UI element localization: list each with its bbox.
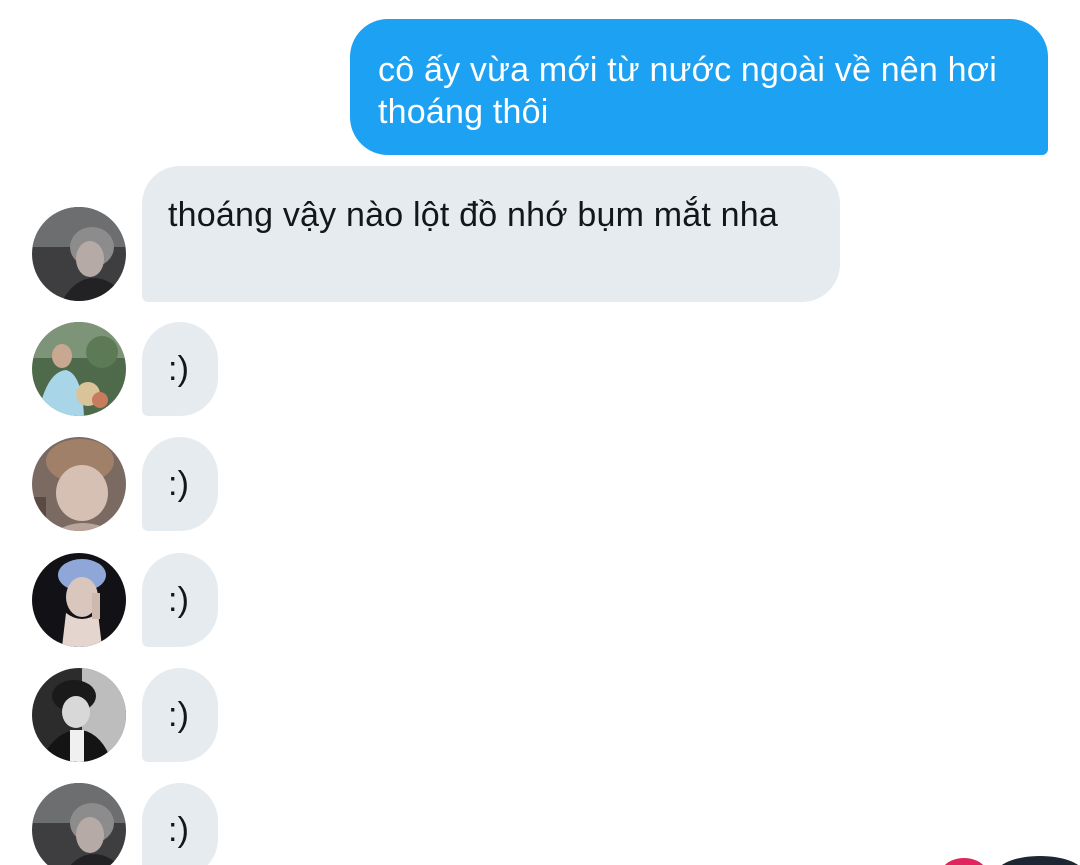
message-text: cô ấy vừa mới từ nước ngoài về nên hơi t…	[378, 51, 998, 131]
message-text: :)	[168, 696, 190, 734]
avatar-photo	[32, 668, 126, 762]
avatar-photo	[32, 553, 126, 647]
message-text: :)	[168, 350, 190, 388]
incoming-message-bubble[interactable]: :)	[142, 553, 218, 647]
sender-avatar[interactable]	[32, 668, 126, 762]
sender-avatar[interactable]	[32, 783, 126, 865]
avatar-photo	[32, 437, 126, 531]
incoming-message-bubble[interactable]: :)	[142, 668, 218, 762]
sender-avatar[interactable]	[32, 207, 126, 301]
sender-avatar[interactable]	[32, 437, 126, 531]
message-text: :)	[168, 465, 190, 503]
chat-thread: cô ấy vừa mới từ nước ngoài về nên hơi t…	[0, 0, 1080, 865]
floating-button-icon[interactable]	[936, 852, 1080, 865]
incoming-message-bubble[interactable]: thoáng vậy nào lột đồ nhớ bụm mắt nha	[142, 166, 840, 302]
avatar-photo	[32, 322, 126, 416]
avatar-photo	[32, 783, 126, 865]
sender-avatar[interactable]	[32, 553, 126, 647]
message-text: :)	[168, 811, 190, 849]
message-text: :)	[168, 581, 190, 619]
avatar-photo	[32, 207, 126, 301]
message-text: thoáng vậy nào lột đồ nhớ bụm mắt nha	[168, 196, 778, 234]
incoming-message-bubble[interactable]: :)	[142, 783, 218, 865]
outgoing-message-bubble[interactable]: cô ấy vừa mới từ nước ngoài về nên hơi t…	[350, 19, 1048, 155]
incoming-message-bubble[interactable]: :)	[142, 437, 218, 531]
sender-avatar[interactable]	[32, 322, 126, 416]
incoming-message-bubble[interactable]: :)	[142, 322, 218, 416]
